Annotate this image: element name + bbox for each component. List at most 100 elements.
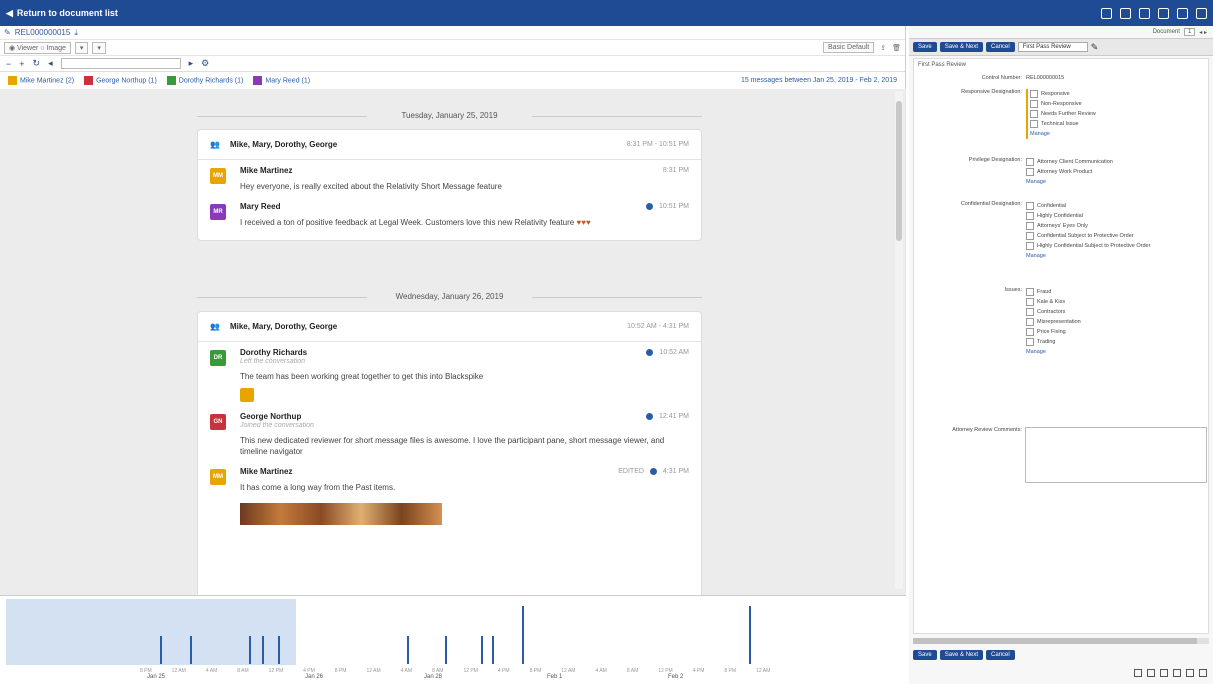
copy-icon[interactable] xyxy=(1177,7,1188,19)
print-icon[interactable] xyxy=(1158,7,1169,19)
timeline-tick: 12 AM xyxy=(171,668,186,674)
expand-icon[interactable] xyxy=(1196,7,1207,19)
link-icon[interactable] xyxy=(1147,669,1155,677)
layout-select[interactable]: First Pass Review xyxy=(1017,42,1088,52)
scrollbar[interactable] xyxy=(895,91,903,589)
layout-select[interactable]: Basic Default xyxy=(822,42,875,53)
timeline-bar[interactable] xyxy=(749,606,751,664)
option-checkbox[interactable]: Attorneys' Eyes Only xyxy=(1026,221,1150,231)
grid-icon[interactable] xyxy=(1139,7,1150,19)
option-checkbox[interactable]: Confidential Subject to Protective Order xyxy=(1026,231,1150,241)
timeline-bar[interactable] xyxy=(445,636,447,664)
list-icon[interactable] xyxy=(1186,669,1194,677)
participant-item[interactable]: Dorothy Richards (1) xyxy=(166,76,243,85)
timeline-bar[interactable] xyxy=(492,636,494,664)
horizontal-scrollbar[interactable] xyxy=(913,638,1209,644)
conversation-view[interactable]: Tuesday, January 25, 2019 👥 Mike, Mary, D… xyxy=(0,89,906,595)
timeline-bar[interactable] xyxy=(190,636,192,664)
participant-item[interactable]: Mary Reed (1) xyxy=(253,76,310,85)
timeline-tick: 8 AM xyxy=(237,668,249,674)
issues-options[interactable]: Fraud Kale & Kiss Contractors Misrepresenta… xyxy=(1026,287,1081,357)
settings-icon[interactable]: ⚙ xyxy=(201,58,209,69)
edit-icon[interactable]: ✎ xyxy=(1091,42,1099,53)
save-next-button[interactable]: Save & Next xyxy=(939,650,984,660)
avatar: MM xyxy=(210,168,226,184)
manage-link[interactable]: Manage xyxy=(1026,177,1113,187)
option-checkbox[interactable]: Attorney Work Product xyxy=(1026,167,1113,177)
timeline-bar[interactable] xyxy=(160,636,162,664)
timeline-bar[interactable] xyxy=(481,636,483,664)
timeline-bar[interactable] xyxy=(407,636,409,664)
message[interactable]: MR Mary Reed 10:51 PM I received a ton of… xyxy=(198,196,701,240)
timeline-tick: 12 PM xyxy=(268,668,284,674)
play-icon[interactable]: ▸ xyxy=(189,58,194,69)
message[interactable]: GN George Northup 12:41 PM Joined the con… xyxy=(198,406,701,461)
save-button[interactable]: Save xyxy=(913,650,937,660)
doc-row: ✎ REL000000015 ⤓ xyxy=(0,26,905,40)
option-checkbox[interactable]: Highly Confidential Subject to Protectiv… xyxy=(1026,241,1150,251)
manage-link[interactable]: Manage xyxy=(1026,251,1150,261)
option-checkbox[interactable]: Non-Responsive xyxy=(1030,99,1096,109)
message[interactable]: MM Mike Martinez EDITED 4:31 PM It has com… xyxy=(198,461,701,529)
option-checkbox[interactable]: Technical Issue xyxy=(1030,119,1096,129)
profile-select[interactable]: ▾ xyxy=(92,41,106,54)
manage-link[interactable]: Manage xyxy=(1026,347,1081,357)
option-checkbox[interactable]: Misrepresentation xyxy=(1026,317,1081,327)
pen-icon[interactable] xyxy=(1199,669,1207,677)
timeline-bar[interactable] xyxy=(522,606,524,664)
image-icon[interactable] xyxy=(1160,669,1168,677)
option-checkbox[interactable]: Contractors xyxy=(1026,307,1081,317)
timeline-tick: 12 PM xyxy=(463,668,478,674)
participant-item[interactable]: George Northup (1) xyxy=(84,76,157,85)
option-checkbox[interactable]: Needs Further Review xyxy=(1030,109,1096,119)
save-next-button[interactable]: Save & Next xyxy=(939,42,984,52)
history-icon[interactable] xyxy=(1134,669,1142,677)
timeline-navigator[interactable]: 8 PM 12 AM 4 AM 8 AM 12 PM 4 PM 8 PM 12 AM 4 AM 8… xyxy=(0,595,906,684)
timeline-tick: 8 PM xyxy=(724,668,737,674)
timeline-bar[interactable] xyxy=(262,636,264,664)
option-checkbox[interactable]: Attorney Client Communication xyxy=(1026,157,1113,167)
tag-icon[interactable] xyxy=(1120,7,1131,19)
viewer-type-select[interactable]: ◉ Viewer ○ Image xyxy=(4,41,71,54)
rotate-icon[interactable]: ↻ xyxy=(33,58,41,69)
option-checkbox[interactable]: Trading xyxy=(1026,337,1081,347)
option-checkbox[interactable]: Kale & Kiss xyxy=(1026,297,1081,307)
timeline-tick: 8 PM xyxy=(529,668,542,674)
timeline-selection[interactable] xyxy=(6,599,296,665)
download-icon[interactable]: ⤓ xyxy=(74,28,78,38)
edit-icon[interactable]: ✎ xyxy=(4,28,11,37)
privilege-options[interactable]: Attorney Client Communication Attorney Wo… xyxy=(1026,157,1113,187)
timeline-tick: 4 PM xyxy=(692,668,705,674)
filter-icon[interactable] xyxy=(1101,7,1112,19)
option-checkbox[interactable]: Price Fixing xyxy=(1026,327,1081,337)
timeline-bar[interactable] xyxy=(278,636,280,664)
manage-link[interactable]: Manage xyxy=(1030,129,1096,139)
back-link[interactable]: ◀ Return to document list xyxy=(6,8,118,19)
comments-textarea[interactable] xyxy=(1025,427,1207,483)
message[interactable]: MM Mike Martinez 8:31 PM Hey everyone, is… xyxy=(198,160,701,196)
option-checkbox[interactable]: Responsive xyxy=(1030,89,1096,99)
option-checkbox[interactable]: Confidential xyxy=(1026,201,1150,211)
message-summary: 15 messages between Jan 25, 2019 - Feb 2… xyxy=(740,77,897,84)
zoom-in-icon[interactable]: + xyxy=(19,59,24,69)
nav-icon[interactable]: ◂ ▸ xyxy=(1199,29,1207,36)
message[interactable]: DR Dorothy Richards 10:52 AM Left the con… xyxy=(198,342,701,406)
chat-icon[interactable] xyxy=(1173,669,1181,677)
timeline-bar[interactable] xyxy=(249,636,251,664)
search-input[interactable] xyxy=(60,58,181,69)
upload-icon[interactable]: ⇪ xyxy=(880,44,886,52)
option-checkbox[interactable]: Highly Confidential xyxy=(1026,211,1150,221)
participant-item[interactable]: Mike Martinez (2) xyxy=(8,76,74,85)
trash-icon[interactable]: 🗑 xyxy=(892,44,901,52)
prev-icon[interactable]: ◂ xyxy=(48,58,53,69)
attachment-icon[interactable] xyxy=(240,388,254,402)
confidential-options[interactable]: Confidential Highly Confidential Attorneys… xyxy=(1026,201,1150,261)
markup-select[interactable]: ▾ xyxy=(74,41,89,54)
cancel-button[interactable]: Cancel xyxy=(986,650,1015,660)
zoom-out-icon[interactable]: − xyxy=(6,59,11,69)
cancel-button[interactable]: Cancel xyxy=(986,42,1015,52)
image-attachment[interactable] xyxy=(240,503,442,525)
responsive-options[interactable]: Responsive Non-Responsive Needs Further Re… xyxy=(1026,89,1096,139)
option-checkbox[interactable]: Fraud xyxy=(1026,287,1081,297)
save-button[interactable]: Save xyxy=(913,42,937,52)
